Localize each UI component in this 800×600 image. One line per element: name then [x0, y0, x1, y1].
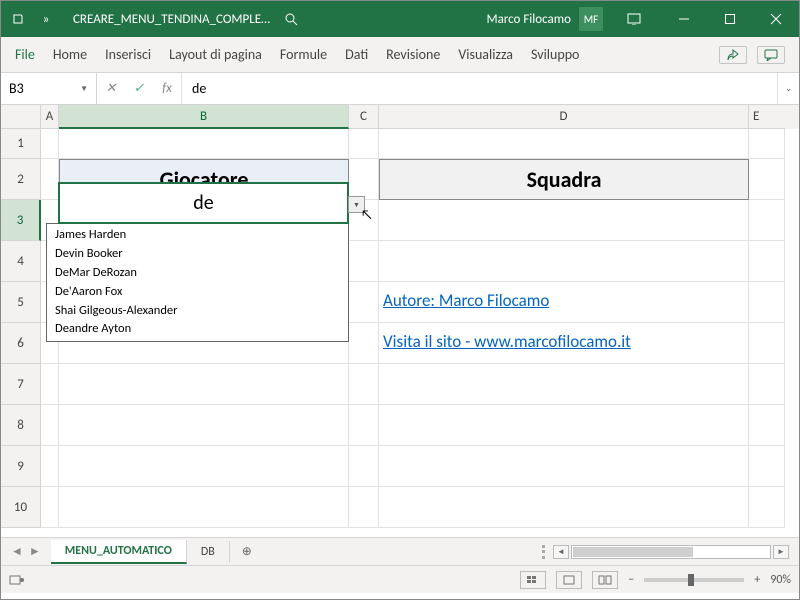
zoom-in-button[interactable]: +: [754, 573, 760, 587]
enter-icon[interactable]: ✓: [125, 81, 153, 96]
maximize-button[interactable]: [707, 1, 753, 37]
tab-inserisci[interactable]: Inserisci: [97, 40, 159, 69]
status-bar: − + 90%: [1, 565, 799, 593]
tab-layout[interactable]: Layout di pagina: [161, 40, 270, 69]
chevron-down-icon[interactable]: ▼: [80, 84, 88, 94]
col-header-d[interactable]: D: [379, 105, 749, 129]
tab-revisione[interactable]: Revisione: [378, 40, 448, 69]
dropdown-item[interactable]: Shai Gilgeous-Alexander: [47, 302, 348, 321]
sheet-nav-next[interactable]: ►: [29, 544, 41, 559]
dropdown-item[interactable]: DeMar DeRozan: [47, 264, 348, 283]
cursor-icon: ↖: [361, 206, 373, 223]
autosave-icon[interactable]: [11, 12, 25, 26]
row-header-8[interactable]: 8: [1, 405, 41, 446]
comments-button[interactable]: [757, 46, 785, 64]
share-button[interactable]: [719, 46, 747, 64]
more-icon[interactable]: »: [39, 12, 53, 26]
ribbon-tabs: File Home Inserisci Layout di pagina For…: [1, 37, 799, 73]
minimize-button[interactable]: [661, 1, 707, 37]
search-icon[interactable]: [284, 12, 298, 26]
formula-bar: B3 ▼ ✕ ✓ fx de ⌄: [1, 73, 799, 105]
tab-dati[interactable]: Dati: [337, 40, 376, 69]
row-header-1[interactable]: 1: [1, 129, 41, 159]
formula-input[interactable]: de: [182, 73, 777, 104]
zoom-slider-thumb[interactable]: [688, 574, 694, 586]
tab-sviluppo[interactable]: Sviluppo: [523, 40, 587, 69]
view-page-break-icon[interactable]: [592, 571, 618, 589]
name-box[interactable]: B3 ▼: [1, 73, 97, 104]
fx-icon[interactable]: fx: [153, 81, 181, 96]
row-header-10[interactable]: 10: [1, 487, 41, 528]
dropdown-item[interactable]: Devin Booker: [47, 245, 348, 264]
hscroll-left[interactable]: ◄: [553, 545, 569, 559]
horizontal-scrollbar[interactable]: [571, 545, 771, 559]
sheet-nav-prev[interactable]: ◄: [11, 544, 23, 559]
active-cell-value: de: [193, 191, 213, 215]
dropdown-item[interactable]: James Harden: [47, 226, 348, 245]
file-name: CREARE_MENU_TENDINA_COMPLE…: [67, 12, 270, 27]
link-sito[interactable]: Visita il sito - www.marcofilocamo.it: [379, 323, 749, 364]
header-squadra[interactable]: Squadra: [379, 159, 749, 200]
user-name: Marco Filocamo: [486, 12, 571, 27]
avatar[interactable]: MF: [579, 7, 603, 31]
zoom-slider[interactable]: [644, 578, 744, 582]
col-header-a[interactable]: A: [41, 105, 59, 129]
close-button[interactable]: [753, 1, 799, 37]
cell-reference: B3: [9, 80, 24, 97]
row-header-4[interactable]: 4: [1, 241, 41, 282]
zoom-level[interactable]: 90%: [770, 573, 791, 587]
add-sheet-button[interactable]: ⊕: [230, 544, 264, 559]
validation-dropdown[interactable]: James Harden Devin Booker DeMar DeRozan …: [46, 223, 349, 342]
zoom-out-button[interactable]: −: [628, 573, 634, 587]
scrollbar-thumb[interactable]: [573, 547, 693, 557]
row-header-2[interactable]: 2: [1, 159, 41, 200]
formula-value: de: [192, 80, 206, 97]
sheet-tab-bar: ◄ ► MENU_AUTOMATICO DB ⊕ ◄ ►: [1, 537, 799, 565]
col-header-c[interactable]: C: [349, 105, 379, 129]
tab-split-handle[interactable]: [542, 545, 545, 559]
row-header-7[interactable]: 7: [1, 364, 41, 405]
view-page-layout-icon[interactable]: [556, 571, 582, 589]
dropdown-item[interactable]: Deandre Ayton: [47, 320, 348, 339]
view-normal-icon[interactable]: [520, 571, 546, 589]
cancel-icon[interactable]: ✕: [97, 81, 125, 96]
link-autore[interactable]: Autore: Marco Filocamo: [379, 282, 749, 323]
row-header-5[interactable]: 5: [1, 282, 41, 323]
col-header-e[interactable]: E: [749, 105, 785, 129]
row-header-9[interactable]: 9: [1, 446, 41, 487]
dropdown-item[interactable]: De'Aaron Fox: [47, 283, 348, 302]
select-all-corner[interactable]: [1, 105, 41, 129]
tab-home[interactable]: Home: [45, 40, 95, 69]
expand-formula-bar[interactable]: ⌄: [777, 73, 799, 104]
tab-visualizza[interactable]: Visualizza: [450, 40, 521, 69]
ribbon-display-icon[interactable]: [611, 1, 657, 37]
spreadsheet-grid[interactable]: A B C D E 1 2GiocatoreSquadra 3 4 5Autor…: [1, 105, 799, 537]
tab-formule[interactable]: Formule: [272, 40, 335, 69]
col-header-b[interactable]: B: [59, 105, 349, 129]
record-macro-icon[interactable]: [9, 573, 25, 587]
hscroll-right[interactable]: ►: [773, 545, 789, 559]
row-header-3[interactable]: 3: [1, 200, 41, 241]
tab-file[interactable]: File: [7, 40, 43, 69]
row-header-6[interactable]: 6: [1, 323, 41, 364]
title-bar: » CREARE_MENU_TENDINA_COMPLE… Marco Filo…: [1, 1, 799, 37]
active-cell-b3[interactable]: de ▼ ↖: [58, 182, 349, 224]
sheet-tab-active[interactable]: MENU_AUTOMATICO: [51, 540, 187, 564]
sheet-tab-db[interactable]: DB: [187, 541, 230, 563]
